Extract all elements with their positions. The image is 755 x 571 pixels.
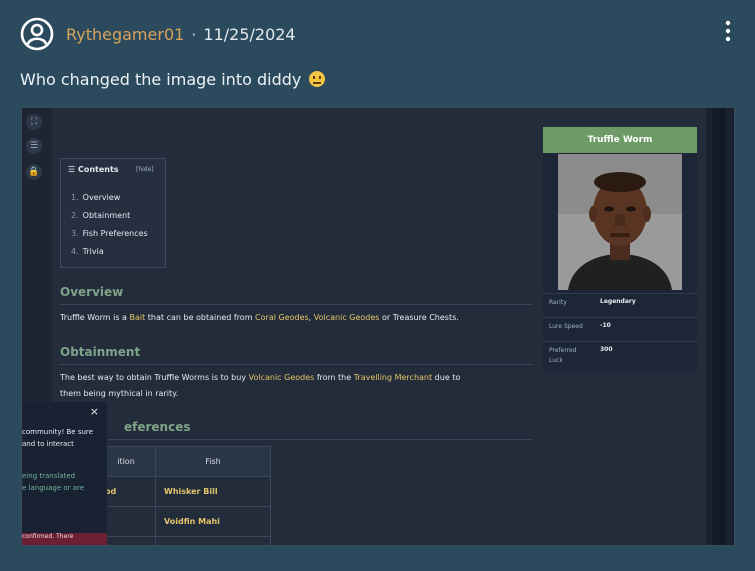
infobox-value: -10 [600,322,611,329]
fish-preferences-heading: eferences [124,420,191,434]
infobox-row: Preferred Luck 300 [543,341,697,372]
toc-item: 3. Fish Preferences [71,229,148,247]
popup-text: community! Be sure [22,428,93,436]
table-row: od Whisker Bill [96,476,271,507]
table-cell [155,536,271,545]
post-message: Who changed the image into diddy [20,70,326,89]
wiki-scrollbar [712,108,726,545]
table-row: Voidfin Mahi [96,506,271,537]
username-link[interactable]: Rythegamer01 [66,25,184,44]
infobox-title: Truffle Worm [543,127,697,153]
infobox-label: Lure Speed [549,323,583,330]
overview-heading: Overview [60,285,124,299]
popup-text: and to interact [22,440,74,448]
toc-item-number: 4. [71,247,79,256]
popup-text: eing translated [22,472,76,480]
table-of-contents: ☰ Contents [hide] 1. Overview 2. Obtainmen… [60,158,166,268]
overview-paragraph: Truffle Worm is a Bait that can be obtai… [60,310,459,326]
overview-divider [60,304,532,305]
more-options-icon[interactable] [723,20,733,42]
overview-comma: , [308,313,312,322]
table-header-row: ition Fish [96,446,271,477]
fish-preferences-table: ition Fish od Whisker Bill Voidfin Mahi [96,446,271,545]
popup-notice: confirmed. There [22,533,107,545]
toc-item-label: Obtainment [82,211,131,220]
toc-item-label: Overview [82,193,121,202]
overview-text: Truffle Worm is a [60,313,127,322]
toc-hide-link: [hide] [136,166,154,173]
infobox-value: Legendary [600,298,636,305]
infobox-row: Lure Speed -10 [543,317,697,340]
toc-item-number: 1. [71,193,79,202]
overview-text: or Treasure Chests. [382,313,459,322]
community-popup: × community! Be sure and to interact ein… [22,402,107,545]
infobox-label: Preferred Luck [549,347,577,364]
obtainment-text: them being mythical in rarity. [60,389,179,398]
toc-item-number: 2. [71,211,79,220]
toc-list: 1. Overview 2. Obtainment 3. Fish Preferenc… [71,193,148,265]
obtainment-heading: Obtainment [60,345,141,359]
obtainment-text: The best way to obtain Truffle Worms is … [60,373,247,382]
toc-item-label: Fish Preferences [82,229,148,238]
volcanic-geodes-link: Volcanic Geodes [313,313,380,322]
portrait-image [558,154,682,290]
fish-preferences-divider [107,439,532,440]
item-infobox: Truffle Worm Rarity Legendary Lure Speed… [543,127,697,371]
neutral-face-emoji-icon [309,71,326,87]
infobox-label: Rarity [549,299,567,306]
list-icon: ☰ [26,138,42,154]
table-cell: Voidfin Mahi [155,506,271,537]
obtainment-text: from the [316,373,352,382]
obtainment-text: due to [434,373,461,382]
coral-geodes-link: Coral Geodes [255,313,309,322]
obtainment-divider [60,364,532,365]
lock-icon: 🔒 [26,164,42,180]
close-icon: × [89,405,99,418]
toc-title-text: Contents [77,165,119,174]
toc-item: 4. Trivia [71,247,148,265]
popup-text: e language or are [22,484,85,492]
table-cell: Whisker Bill [155,476,271,507]
item-photo [558,154,682,290]
infobox-row: Rarity Legendary [543,293,697,316]
travelling-merchant-link: Travelling Merchant [353,373,433,382]
user-avatar-icon[interactable] [20,17,54,51]
overview-text: that can be obtained from [147,313,253,322]
toc-item: 2. Obtainment [71,211,148,229]
post-date: 11/25/2024 [203,24,296,44]
volcanic-geodes-link: Volcanic Geodes [248,373,315,382]
attached-screenshot[interactable]: ⛶ ☰ 🔒 ☰ Contents [hide] 1. Overview 2. Obt… [21,107,735,546]
post-header: Rythegamer01 · 11/25/2024 [20,16,296,52]
separator-dot: · [191,24,197,44]
post-message-text: Who changed the image into diddy [20,70,302,89]
toc-item-label: Trivia [82,247,104,256]
expand-icon: ⛶ [26,114,42,130]
table-row [96,536,271,545]
infobox-value: 300 [600,346,613,353]
toc-title: ☰ Contents [68,165,119,174]
bait-link: Bait [129,313,146,322]
column-header: Fish [155,446,271,477]
obtainment-paragraph: The best way to obtain Truffle Worms is … [60,370,540,402]
toc-item: 1. Overview [71,193,148,211]
toc-item-number: 3. [71,229,79,238]
